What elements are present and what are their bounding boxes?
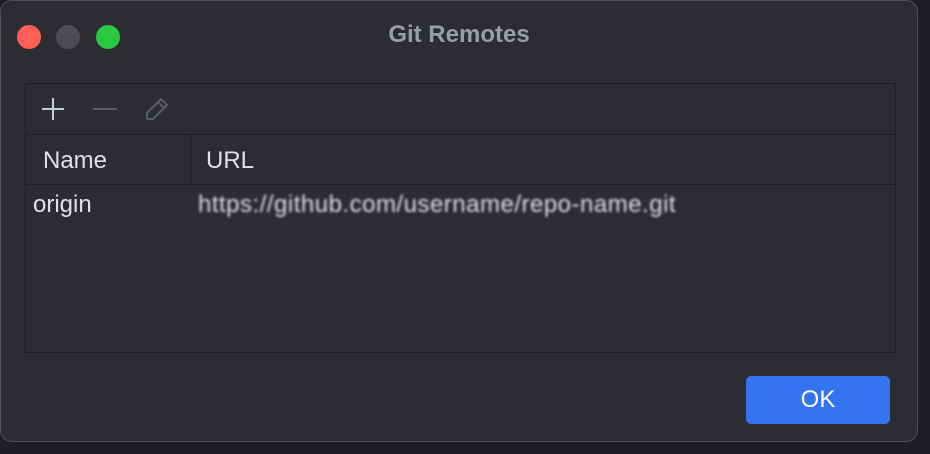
remote-url-cell: https://github.com/username/repo-name.gi… [198,191,677,218]
plus-icon [42,98,64,120]
table-row[interactable]: origin https://github.com/username/repo-… [26,185,895,229]
remove-remote-button[interactable] [88,92,122,126]
dialog-title: Git Remotes [388,21,530,48]
titlebar: Git Remotes [1,1,917,71]
minus-icon [93,108,117,110]
remotes-toolbar [26,84,895,135]
column-header-url[interactable]: URL [206,147,254,175]
column-header-name[interactable]: Name [43,147,107,175]
table-header: Name URL [26,135,895,185]
remotes-panel: Name URL origin https://github.com/usern… [25,83,896,353]
edit-remote-button[interactable] [140,92,174,126]
git-remotes-dialog: Git Remotes Name URL origin https://gith… [0,0,918,442]
remote-name-cell: origin [33,191,92,218]
ok-button[interactable]: OK [746,376,890,424]
add-remote-button[interactable] [36,92,70,126]
column-divider[interactable] [190,135,191,184]
pencil-icon [146,98,168,120]
